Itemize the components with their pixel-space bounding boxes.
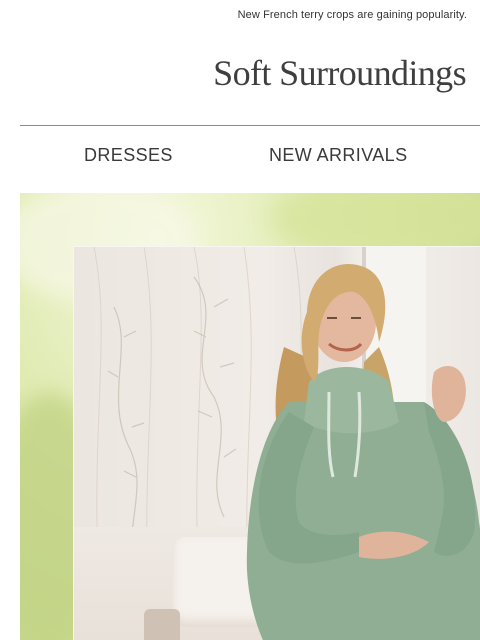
hero-banner[interactable] [20,193,480,640]
nav-item-new-arrivals[interactable]: NEW ARRIVALS [269,145,408,166]
hero-photo[interactable] [74,247,480,640]
lamp [144,609,180,640]
header-divider [20,125,480,126]
brand-logo[interactable]: Soft Surroundings [213,52,466,94]
model-figure [246,264,480,640]
nav-item-dresses[interactable]: DRESSES [84,145,173,166]
main-nav: DRESSES NEW ARRIVALS [0,145,480,169]
preheader-text[interactable]: New French terry crops are gaining popul… [238,9,467,21]
